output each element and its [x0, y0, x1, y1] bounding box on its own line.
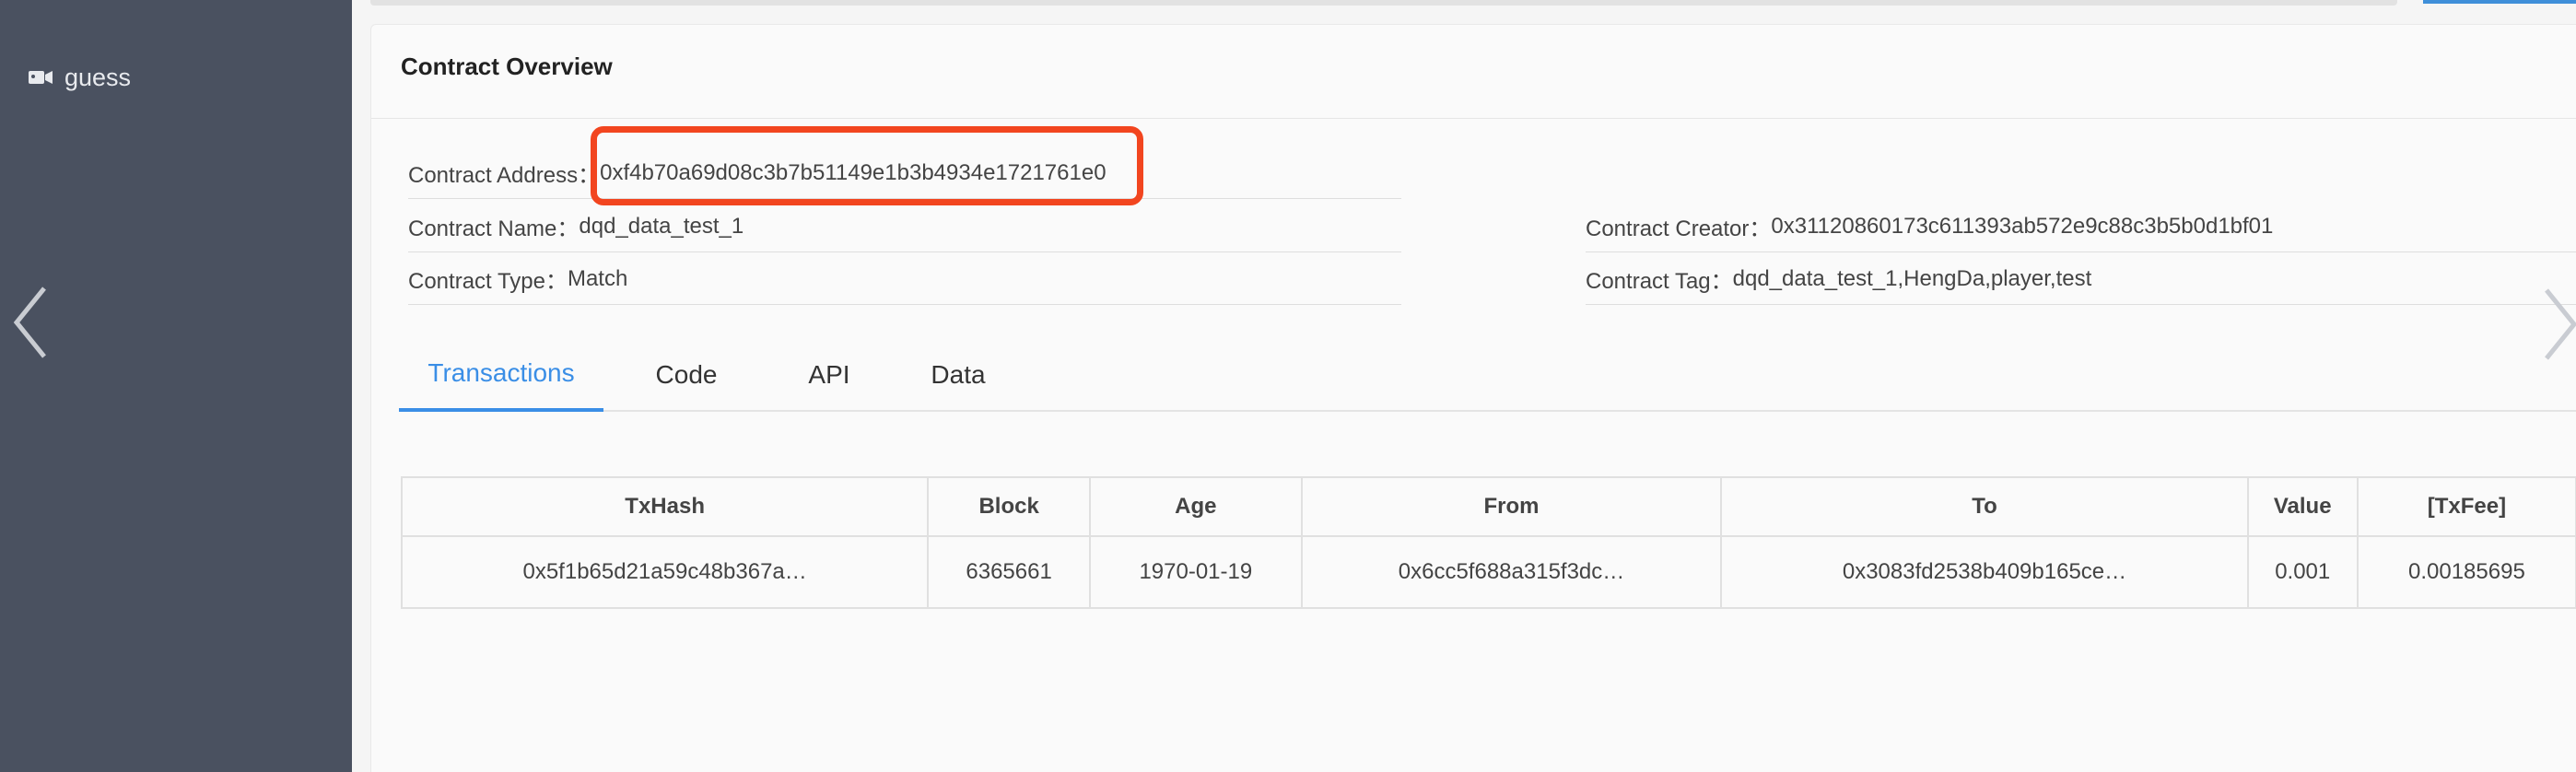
sidebar-item-label: guess — [64, 63, 132, 91]
contract-name-field: Contract Name： dqd_data_test_1 — [408, 201, 1401, 252]
contract-creator-value: 0x31120860173c611393ab572e9c88c3b5b0d1bf… — [1771, 213, 2274, 239]
contract-name-label: Contract Name： — [408, 216, 580, 241]
contract-tag-value: dqd_data_test_1,HengDa,player,test — [1732, 265, 2092, 291]
contract-type-value: Match — [567, 265, 628, 291]
page-title: Contract Overview — [401, 53, 613, 80]
top-divider — [370, 0, 2397, 6]
tab-bar: Transactions Code API Data — [399, 338, 2576, 412]
sidebar-item-guess[interactable]: guess — [28, 59, 131, 96]
column-header-value[interactable]: Value — [2246, 476, 2359, 537]
contract-type-field: Contract Type： Match — [408, 253, 1401, 305]
column-header-age[interactable]: Age — [1088, 476, 1303, 537]
contract-name-value: dqd_data_test_1 — [579, 213, 744, 239]
contract-address-label: Contract Address： — [408, 163, 601, 188]
sidebar: guess — [0, 0, 352, 772]
column-header-txfee[interactable]: [TxFee] — [2356, 476, 2576, 537]
contract-creator-label: Contract Creator： — [1586, 216, 1772, 241]
cell-block[interactable]: 6365661 — [927, 535, 1091, 609]
contract-tag-label: Contract Tag： — [1586, 269, 1733, 294]
camera-icon — [28, 66, 53, 88]
card-header: Contract Overview — [371, 25, 2576, 119]
contract-overview-card: Contract Overview Contract Address： 0xf4… — [370, 24, 2576, 772]
cell-from[interactable]: 0x6cc5f688a315f3dc… — [1300, 535, 1723, 609]
column-header-block[interactable]: Block — [927, 476, 1091, 537]
table-header-row: TxHash Block Age From To Value [TxFee] — [400, 476, 2576, 537]
top-accent — [2423, 0, 2576, 4]
tab-code[interactable]: Code — [603, 338, 769, 412]
contract-address-field: Contract Address： 0xf4b70a69d08c3b7b5114… — [408, 147, 1401, 199]
column-header-to[interactable]: To — [1720, 476, 2249, 537]
contract-tag-field: Contract Tag： dqd_data_test_1,HengDa,pla… — [1586, 253, 2576, 305]
contract-address-value: 0xf4b70a69d08c3b7b51149e1b3b4934e1721761… — [600, 159, 1107, 185]
chevron-left-icon[interactable] — [9, 281, 55, 364]
tab-transactions[interactable]: Transactions — [399, 338, 603, 412]
transactions-table: TxHash Block Age From To Value [TxFee] 0… — [400, 476, 2576, 609]
column-header-from[interactable]: From — [1300, 476, 1723, 537]
column-header-txhash[interactable]: TxHash — [400, 476, 930, 537]
top-bar — [352, 0, 2576, 9]
contract-type-label: Contract Type： — [408, 269, 568, 294]
tab-data[interactable]: Data — [889, 338, 1027, 412]
cell-txfee: 0.00185695 — [2356, 535, 2576, 609]
tab-api[interactable]: API — [769, 338, 889, 412]
contract-creator-field: Contract Creator： 0x31120860173c611393ab… — [1586, 201, 2576, 252]
cell-txhash[interactable]: 0x5f1b65d21a59c48b367a… — [400, 535, 930, 609]
cell-to[interactable]: 0x3083fd2538b409b165ce… — [1720, 535, 2249, 609]
cell-value: 0.001 — [2246, 535, 2359, 609]
table-row[interactable]: 0x5f1b65d21a59c48b367a… 6365661 1970-01-… — [400, 535, 2576, 609]
cell-age: 1970-01-19 — [1088, 535, 1303, 609]
